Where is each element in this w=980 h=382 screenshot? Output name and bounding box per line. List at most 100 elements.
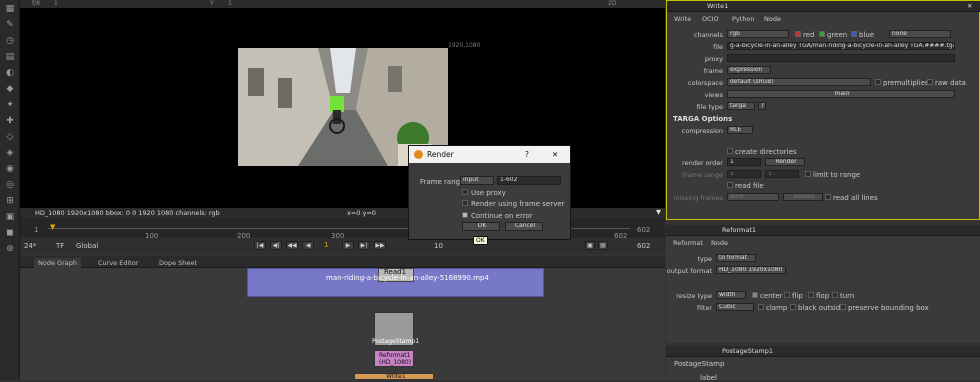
play-button[interactable]: ▶ <box>342 241 354 250</box>
clamp-checkbox[interactable] <box>758 304 764 310</box>
file-path-input[interactable]: g-a-bicycle-in-an-alley TGA/man-riding-a… <box>727 42 955 50</box>
black-outside-checkbox[interactable] <box>790 304 796 310</box>
tab-node-graph[interactable]: Node Graph <box>34 258 81 268</box>
filter-dropdown[interactable]: Cubic <box>716 303 754 311</box>
node-graph[interactable]: Read1 man-riding-a-bicycle-in-an-alley-5… <box>20 268 665 380</box>
missing-frames-dropdown[interactable]: error <box>727 193 779 201</box>
timeline-start[interactable]: 1 <box>34 226 38 234</box>
turn-checkbox[interactable] <box>832 292 838 298</box>
frame-dropdown[interactable]: expression <box>727 66 771 74</box>
time-icon[interactable]: ◷ <box>5 36 15 46</box>
file-type-dropdown[interactable]: targa <box>727 102 755 110</box>
flipbook-button[interactable]: ▣ <box>585 241 595 250</box>
other-icon[interactable]: ▣ <box>5 212 15 222</box>
transform-icon[interactable]: ◇ <box>5 132 15 142</box>
toolsets-icon[interactable]: ⊞ <box>5 196 15 206</box>
draw-icon[interactable]: ✎ <box>5 20 15 30</box>
viewer-icon[interactable]: ▦ <box>5 4 15 14</box>
fstop-label[interactable]: f/8 <box>32 0 40 7</box>
frame-range-input[interactable]: 1-602 <box>497 176 561 185</box>
filter-icon[interactable]: ◆ <box>5 84 15 94</box>
close-icon[interactable]: ✕ <box>552 146 558 163</box>
compression-dropdown[interactable]: RLE <box>727 126 753 134</box>
use-proxy-checkbox[interactable] <box>462 189 468 195</box>
first-frame-button[interactable]: |◀ <box>254 241 266 250</box>
create-directories-checkbox[interactable] <box>727 148 733 154</box>
views-icon[interactable]: ◉ <box>5 164 15 174</box>
raw-data-checkbox[interactable] <box>927 79 933 85</box>
flip-checkbox[interactable] <box>784 292 790 298</box>
keyer-icon[interactable]: ✦ <box>5 100 15 110</box>
flop-checkbox[interactable] <box>808 292 814 298</box>
metadata-icon[interactable]: ◎ <box>5 180 15 190</box>
prev-frame-button[interactable]: ◀ <box>302 241 314 250</box>
tab-python[interactable]: Python <box>727 14 760 24</box>
tab-write[interactable]: Write <box>669 14 697 24</box>
postage-panel-title[interactable]: PostageStamp1 <box>722 346 773 357</box>
alpha-channel-dropdown[interactable]: none <box>889 30 951 38</box>
postage-tab[interactable]: PostageStamp <box>674 360 724 368</box>
top-num[interactable]: 1 <box>54 0 58 7</box>
tf-dropdown[interactable]: TF <box>56 242 64 250</box>
tab-curve-editor[interactable]: Curve Editor <box>94 258 142 268</box>
output-format-dropdown[interactable]: HD_1080 1920x1080 <box>716 266 786 274</box>
channels-dropdown[interactable]: rgb <box>727 30 789 38</box>
frame-range-end[interactable]: 1 <box>765 170 799 178</box>
increment-field[interactable]: 10 <box>434 242 443 250</box>
end-frame-field[interactable]: 602 <box>637 242 650 250</box>
next-frame-button[interactable]: ▶| <box>358 241 370 250</box>
color-icon[interactable]: ◐ <box>5 68 15 78</box>
continue-on-error-checkbox[interactable] <box>462 212 468 218</box>
read-all-lines-checkbox[interactable] <box>825 194 831 200</box>
ok-button[interactable]: OK <box>462 222 500 231</box>
clamp-label: clamp <box>766 304 788 312</box>
merge-icon[interactable]: ✚ <box>5 116 15 126</box>
tab-node[interactable]: Node <box>759 14 786 24</box>
type-dropdown[interactable]: to format <box>716 254 756 262</box>
help-icon[interactable]: ? <box>525 146 529 163</box>
views-dropdown[interactable]: main <box>727 90 955 98</box>
cache-button[interactable]: ▤ <box>598 241 608 250</box>
frame-range-start[interactable]: 1 <box>727 170 761 178</box>
limit-range-checkbox[interactable] <box>805 171 811 177</box>
back-inc-button[interactable]: ◀◀ <box>286 241 298 250</box>
premultiplied-checkbox[interactable] <box>875 79 881 85</box>
green-checkbox[interactable] <box>819 31 825 37</box>
range-mode-dropdown[interactable]: Global <box>76 242 98 250</box>
fps-field[interactable]: 24* <box>24 242 36 250</box>
channel-icon[interactable]: ▤ <box>5 52 15 62</box>
timeline-end[interactable]: 602 <box>637 226 650 234</box>
colorspace-dropdown[interactable]: default (sRGB) <box>727 78 871 86</box>
tab-ocio[interactable]: OCIO <box>697 14 724 24</box>
cancel-button[interactable]: Cancel <box>505 222 543 231</box>
reformat-panel-title[interactable]: Reformat1 <box>722 225 756 236</box>
render-order-input[interactable]: 1 <box>727 158 761 166</box>
furnace-icon[interactable]: ◼ <box>5 228 15 238</box>
read-file-checkbox[interactable] <box>727 182 733 188</box>
tab-reformat-node[interactable]: Node <box>706 238 733 248</box>
red-checkbox[interactable] <box>795 31 801 37</box>
viewer-collapse-icon[interactable]: ▼ <box>656 208 661 216</box>
playhead-icon[interactable]: ▼ <box>50 223 55 231</box>
particles-icon[interactable]: ⊛ <box>5 244 15 254</box>
frame-server-checkbox[interactable] <box>462 200 468 206</box>
current-frame[interactable]: 1 <box>324 241 328 249</box>
write-close-icon[interactable]: ✕ <box>967 1 972 12</box>
tab-reformat[interactable]: Reformat <box>668 238 708 248</box>
center-checkbox[interactable] <box>752 292 758 298</box>
preserve-bbox-checkbox[interactable] <box>840 304 846 310</box>
render-button[interactable]: Render <box>765 158 805 166</box>
tab-dope-sheet[interactable]: Dope Sheet <box>155 258 201 268</box>
reload-button[interactable]: Reload <box>783 193 823 201</box>
prev-key-button[interactable]: ◀| <box>270 241 282 250</box>
write-panel-title[interactable]: Write1 <box>707 1 728 12</box>
file-type-help-button[interactable]: ? <box>758 102 766 110</box>
frame-range-mode-dropdown[interactable]: input <box>460 176 494 185</box>
proxy-input[interactable] <box>727 54 955 62</box>
resize-type-dropdown[interactable]: width <box>716 291 746 299</box>
blue-checkbox[interactable] <box>851 31 857 37</box>
view-mode[interactable]: 2D <box>608 0 616 7</box>
fwd-inc-button[interactable]: ▶▶ <box>374 241 386 250</box>
3d-icon[interactable]: ◈ <box>5 148 15 158</box>
y-value[interactable]: 1 <box>228 0 232 7</box>
